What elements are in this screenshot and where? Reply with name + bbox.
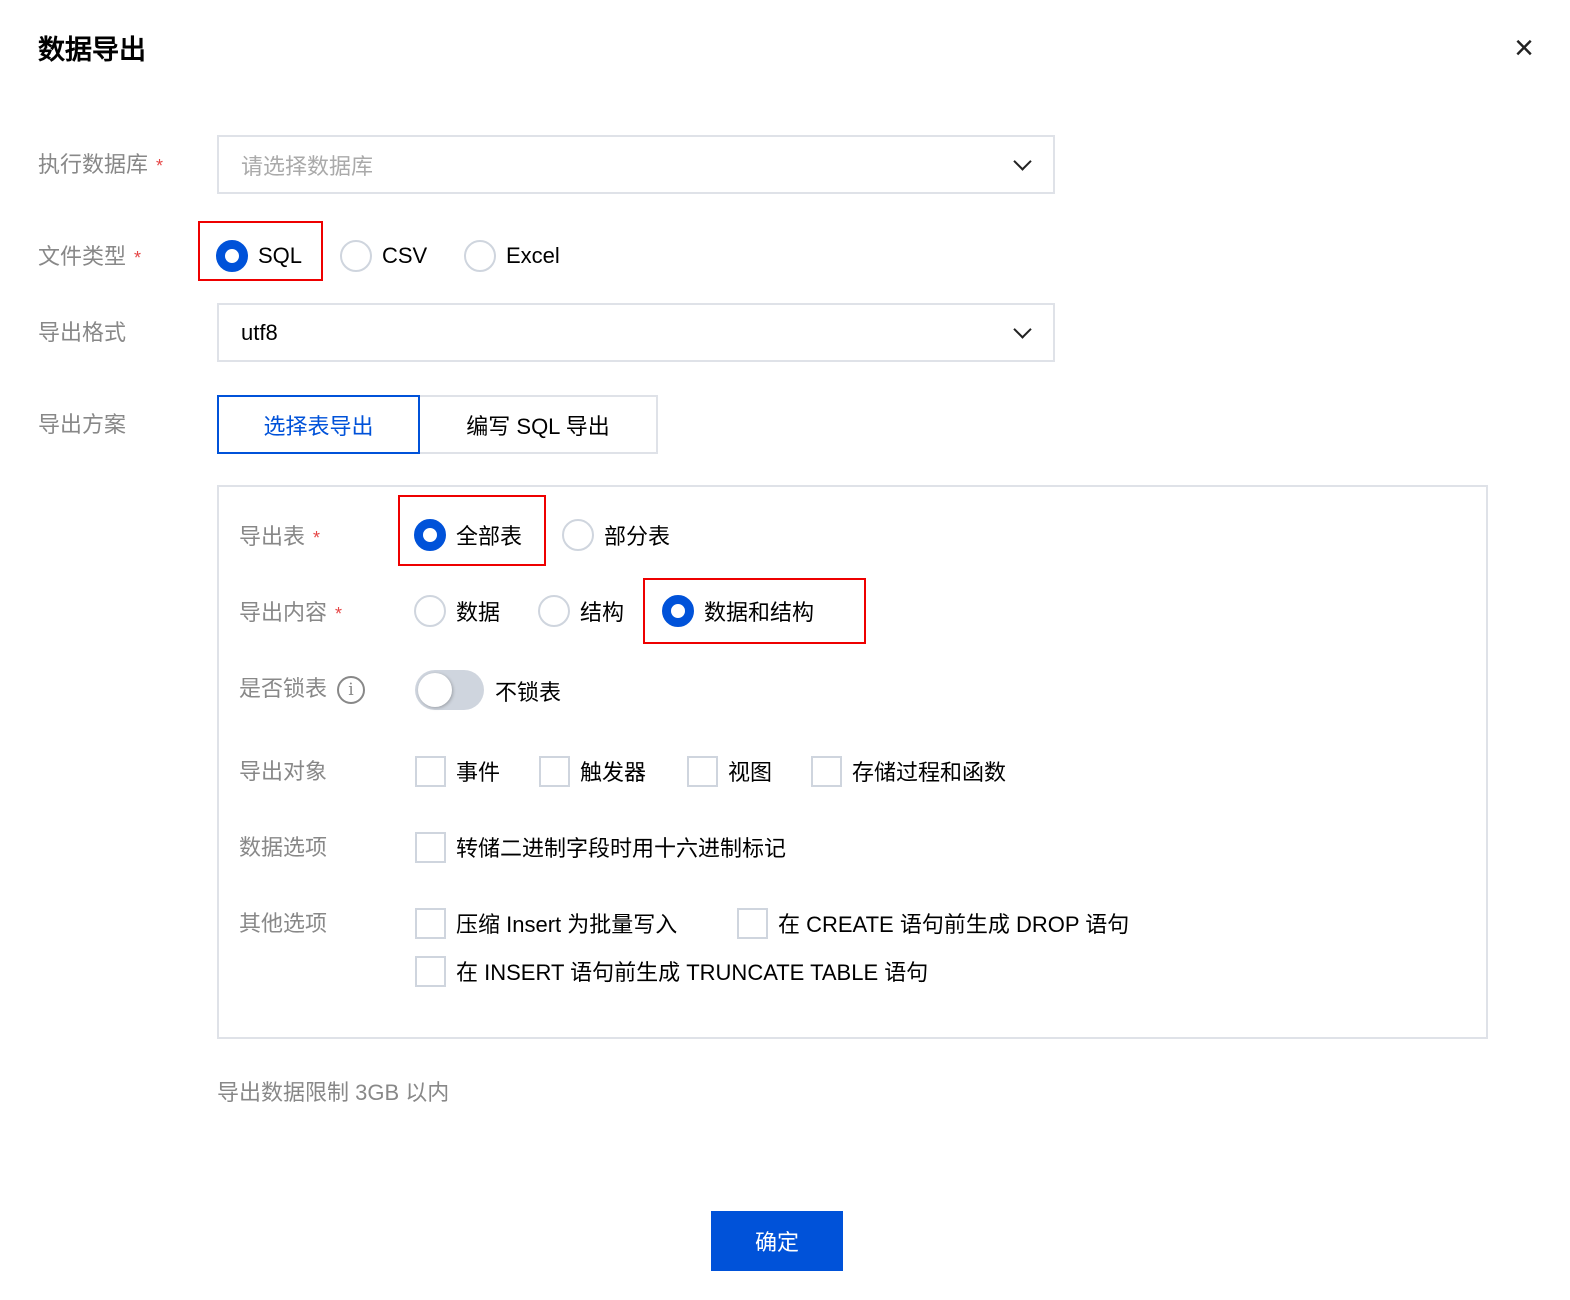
radio-sql[interactable]: SQL (216, 240, 302, 272)
checkbox-drop-before-create[interactable]: 在 CREATE 语句前生成 DROP 语句 (737, 907, 1129, 939)
content-label-text: 导出内容 (239, 600, 328, 625)
tables-label: 导出表 * (239, 522, 320, 553)
confirm-button[interactable]: 确定 (711, 1211, 843, 1271)
file-type-label: 文件类型 * (38, 242, 141, 273)
tab-write-sql[interactable]: 编写 SQL 导出 (418, 395, 658, 454)
radio-partial-tables[interactable]: 部分表 (562, 519, 670, 551)
checkbox-label: 事件 (456, 760, 501, 785)
checkbox-truncate-before-insert[interactable]: 在 INSERT 语句前生成 TRUNCATE TABLE 语句 (415, 955, 928, 987)
checkbox-label: 在 INSERT 语句前生成 TRUNCATE TABLE 语句 (456, 960, 929, 985)
radio-circle (464, 240, 496, 272)
other-options-label: 其他选项 (239, 911, 328, 936)
radio-label: 数据和结构 (704, 600, 815, 625)
lock-label: 是否锁表 i (239, 674, 366, 705)
checkbox-label: 视图 (728, 760, 773, 785)
checkbox-events[interactable]: 事件 (415, 755, 500, 787)
checkbox-box (415, 831, 446, 863)
radio-label: 数据 (456, 600, 501, 625)
tables-label-text: 导出表 (239, 524, 306, 549)
radio-label: CSV (382, 243, 428, 268)
checkbox-compress-insert[interactable]: 压缩 Insert 为批量写入 (415, 907, 677, 939)
checkbox-box (415, 907, 446, 939)
dialog-title: 数据导出 (38, 35, 146, 65)
encoding-value: utf8 (241, 319, 278, 345)
toggle-knob (418, 673, 452, 707)
checkbox-label: 转储二进制字段时用十六进制标记 (456, 836, 787, 861)
checkbox-box (737, 907, 768, 939)
encoding-label: 导出格式 (38, 320, 127, 345)
checkbox-box (811, 755, 842, 787)
radio-label: 结构 (580, 600, 625, 625)
checkbox-box (539, 755, 570, 787)
tab-select-table[interactable]: 选择表导出 (217, 395, 420, 454)
checkbox-triggers[interactable]: 触发器 (539, 755, 646, 787)
data-options-label: 数据选项 (239, 835, 328, 860)
radio-circle (662, 595, 694, 627)
info-icon[interactable]: i (337, 676, 366, 705)
database-select[interactable]: 请选择数据库 (217, 135, 1055, 194)
radio-all-tables[interactable]: 全部表 (414, 519, 522, 551)
lock-toggle[interactable] (415, 670, 484, 710)
checkbox-procedures[interactable]: 存储过程和函数 (811, 755, 1006, 787)
radio-label: 部分表 (604, 524, 671, 549)
lock-toggle-text: 不锁表 (495, 680, 562, 705)
required-mark: * (134, 248, 142, 268)
radio-structure[interactable]: 结构 (538, 595, 624, 627)
checkbox-box (415, 755, 446, 787)
required-mark: * (156, 156, 164, 176)
close-icon[interactable]: × (1508, 30, 1540, 66)
chevron-down-icon (1013, 320, 1032, 339)
database-label-text: 执行数据库 (38, 152, 149, 177)
size-limit-note: 导出数据限制 3GB 以内 (217, 1080, 450, 1105)
radio-excel[interactable]: Excel (464, 240, 560, 272)
database-label: 执行数据库 * (38, 150, 163, 181)
objects-label: 导出对象 (239, 759, 328, 784)
database-placeholder: 请选择数据库 (241, 153, 374, 179)
encoding-select[interactable]: utf8 (217, 303, 1055, 362)
radio-label: 全部表 (456, 524, 523, 549)
radio-circle (216, 240, 248, 272)
checkbox-box (687, 755, 718, 787)
radio-circle (414, 595, 446, 627)
radio-data-and-structure[interactable]: 数据和结构 (662, 595, 814, 627)
checkbox-label: 在 CREATE 语句前生成 DROP 语句 (778, 912, 1130, 937)
checkbox-box (415, 955, 446, 987)
chevron-down-icon (1013, 152, 1032, 171)
radio-circle (414, 519, 446, 551)
checkbox-views[interactable]: 视图 (687, 755, 772, 787)
checkbox-label: 存储过程和函数 (852, 760, 1007, 785)
radio-circle (340, 240, 372, 272)
file-type-label-text: 文件类型 (38, 244, 127, 269)
radio-circle (562, 519, 594, 551)
lock-label-text: 是否锁表 (239, 676, 328, 701)
required-mark: * (313, 528, 321, 548)
radio-data[interactable]: 数据 (414, 595, 500, 627)
content-label: 导出内容 * (239, 598, 342, 629)
checkbox-hex-binary[interactable]: 转储二进制字段时用十六进制标记 (415, 831, 786, 863)
radio-csv[interactable]: CSV (340, 240, 427, 272)
checkbox-label: 触发器 (580, 760, 647, 785)
radio-label: Excel (506, 243, 560, 268)
radio-label: SQL (258, 243, 303, 268)
required-mark: * (335, 604, 343, 624)
radio-circle (538, 595, 570, 627)
scheme-label: 导出方案 (38, 412, 127, 437)
checkbox-label: 压缩 Insert 为批量写入 (456, 912, 678, 937)
